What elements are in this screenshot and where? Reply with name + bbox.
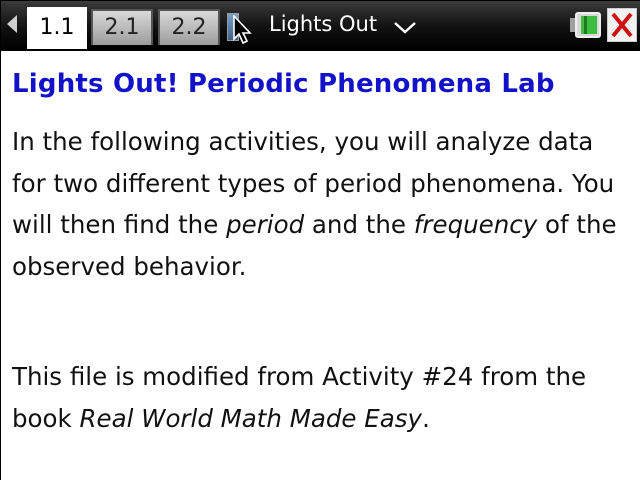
tab-2-1[interactable]: 2.1 [91, 9, 153, 45]
chevron-down-icon[interactable] [393, 21, 417, 35]
toolbar: 1.1 2.1 2.2 Lights Out [1, 1, 640, 49]
battery-icon [570, 12, 601, 38]
document-title[interactable]: Lights Out [269, 9, 377, 39]
intro-emphasis-period: period [226, 210, 305, 239]
intro-paragraph: In the following activities, you will an… [12, 121, 627, 287]
intro-text-2: and the [304, 210, 414, 239]
close-icon[interactable] [607, 8, 637, 42]
tab-1-1[interactable]: 1.1 [27, 7, 87, 49]
left-arrow-icon[interactable] [7, 15, 17, 33]
source-paragraph: This file is modified from Activity #24 … [12, 356, 627, 439]
page-content: Lights Out! Periodic Phenomena Lab In th… [1, 49, 640, 480]
app-window: 1.1 2.1 2.2 Lights Out Lights Out! Perio… [0, 0, 640, 480]
tab-2-2[interactable]: 2.2 [158, 9, 220, 45]
source-book-title: Real World Math Made Easy [79, 403, 423, 433]
source-text-2: . [422, 403, 430, 433]
intro-emphasis-frequency: frequency [413, 210, 538, 239]
cursor-icon [233, 15, 252, 45]
page-title: Lights Out! Periodic Phenomena Lab [12, 69, 555, 99]
